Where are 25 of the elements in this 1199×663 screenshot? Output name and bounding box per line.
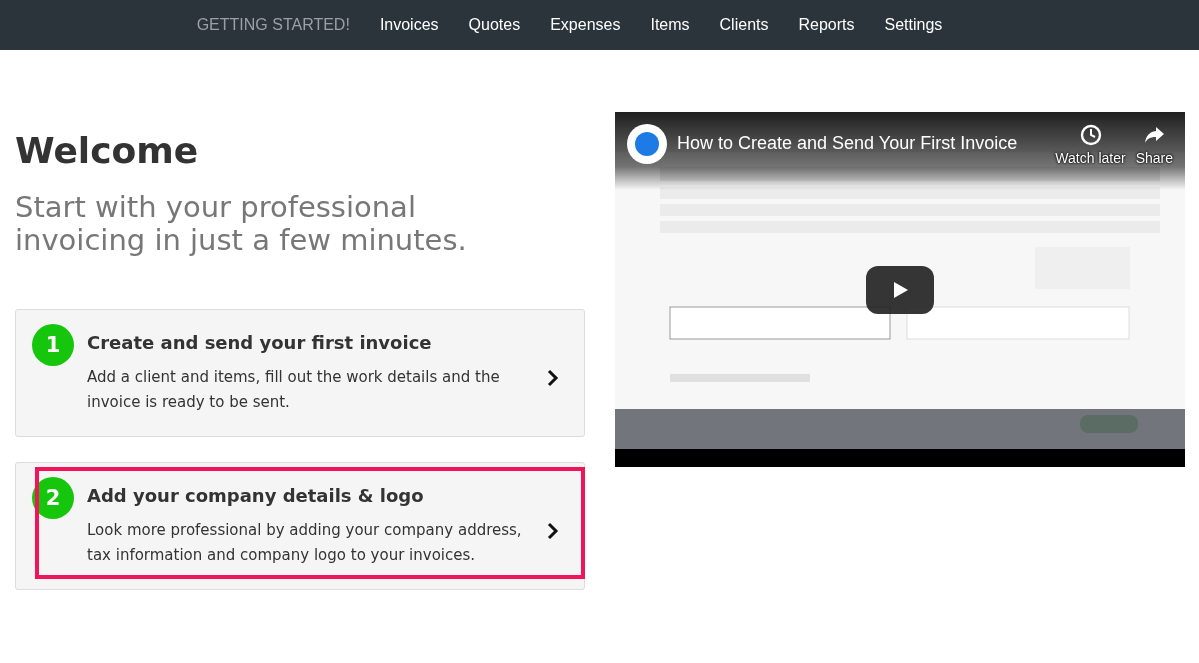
nav-link[interactable]: Invoices	[364, 16, 454, 34]
video-title[interactable]: How to Create and Send Your First Invoice	[677, 133, 1054, 154]
step-card[interactable]: 2 Add your company details & logo Look more professional by adding your company address, tax information and company logo to your invoices.	[15, 462, 585, 590]
nav-link[interactable]: Reports	[783, 16, 870, 34]
page-subtitle: Start with your professional invoicing in just a few minutes.	[15, 191, 468, 257]
nav-link[interactable]: Quotes	[453, 16, 536, 34]
step-title: Add your company details & logo	[87, 485, 425, 506]
step-title: Create and send your first invoice	[87, 332, 433, 353]
step-description: Look more professional by adding your company address, tax information and company logo to your invoices.	[87, 520, 523, 566]
page-heading: Welcome	[15, 130, 200, 171]
play-button[interactable]	[866, 266, 934, 314]
nav-link[interactable]: GETTING STARTED!	[181, 16, 365, 34]
nav-link[interactable]: Items	[635, 16, 705, 34]
chevron-right-icon	[547, 522, 559, 540]
step-description: Add a client and items, fill out the work details and the invoice is ready to be sent.	[87, 367, 501, 413]
clock-icon	[1079, 124, 1102, 146]
step-number: 2	[32, 477, 74, 519]
step-number: 1	[32, 324, 74, 366]
chevron-right-icon	[547, 369, 559, 387]
video-action-button[interactable]: Share	[1133, 124, 1175, 166]
video-action-button[interactable]: Watch later	[1053, 124, 1128, 166]
step-card[interactable]: 1 Create and send your first invoice Add a client and items, fill out the work details and the invoice is ready to be sent.	[15, 309, 585, 437]
nav-link[interactable]: Clients	[704, 16, 784, 34]
nav-link[interactable]: Expenses	[535, 16, 636, 34]
nav-link[interactable]: Settings	[869, 16, 958, 34]
